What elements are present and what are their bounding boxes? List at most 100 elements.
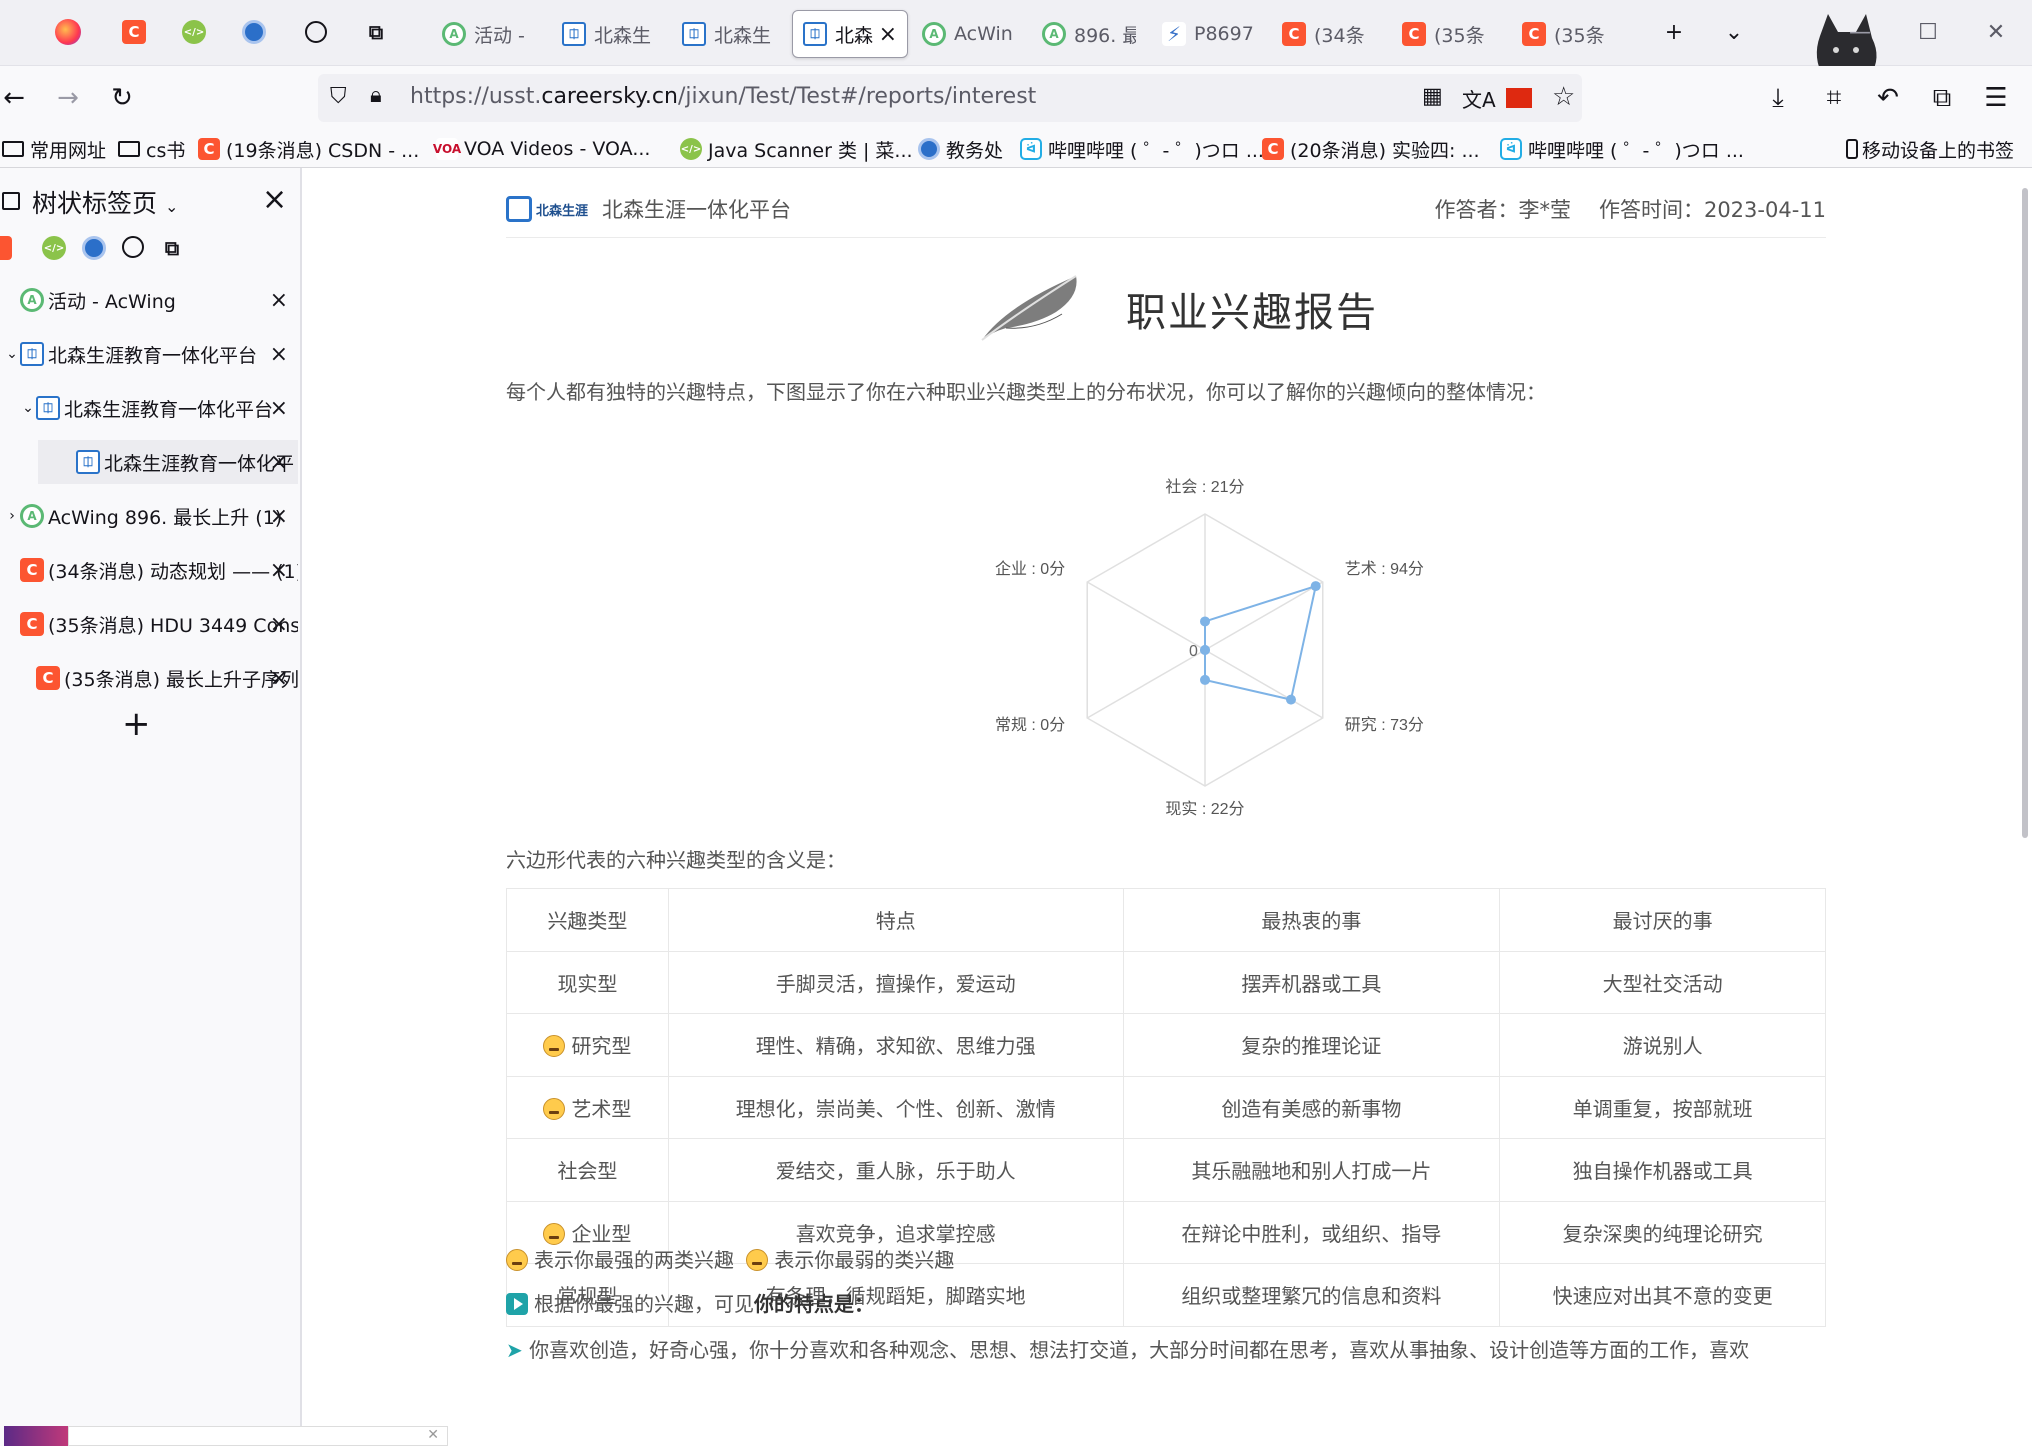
china-flag-icon[interactable] [1506,88,1532,108]
browser-tab[interactable]: A AcWin [912,10,1026,58]
csdn-icon: C [1402,22,1426,46]
sidebar-tab-item[interactable]: C (35条消息) 最长上升子序列 × [0,656,298,700]
sidebar-tab-item[interactable]: › A AcWing 896. 最长上升 (1) × [0,494,298,538]
puzzle-icon: ⧉ [368,20,384,44]
csdn-icon: C [20,558,44,582]
bili-icon: ᐛ [1020,138,1042,160]
close-icon[interactable]: ✕ [427,1427,439,1443]
sidebar-tab-close-button[interactable]: × [270,342,288,367]
browser-tab[interactable]: ⎅ 北森 × [792,10,908,58]
tab-label: P8697 [1194,23,1254,45]
bookmark-item[interactable]: 常用网址 [2,134,106,164]
frown-emoji-icon [746,1249,769,1271]
sidebar-tab-close-button[interactable]: × [270,396,288,421]
browser-tab[interactable]: A 896. 最 [1032,10,1146,58]
bookmark-item[interactable]: C (19条消息) CSDN - ... [198,134,419,164]
radar-data-point [1310,581,1321,592]
sidebar-title[interactable]: 树状标签页 ⌄ [32,184,178,220]
pinned-tab-extension[interactable]: ⧉ [358,14,394,50]
tab-close-button[interactable]: × [879,22,897,47]
minimize-icon: — [1849,19,1871,45]
puzzle-icon[interactable]: ⧉ [160,236,184,260]
bookmark-item[interactable]: ᐛ 哔哩哔哩 ( ゜- ゜)つロ ... [1020,134,1264,164]
firefox-view-tab[interactable] [50,14,86,50]
sidebar-tab-label: (35条消息) HDU 3449 Cons [48,614,298,637]
bookmark-label: (19条消息) CSDN - ... [226,139,420,162]
sidebar-tab-item[interactable]: ⌄ ⎅ 北森生涯教育一体化平台 × [0,332,298,376]
pinned-tab-csdn[interactable]: C [116,14,152,50]
globe-icon[interactable] [122,236,144,258]
undo-close-button[interactable]: ↶ [1870,80,1906,116]
jw-icon[interactable] [82,236,106,260]
lock-icon[interactable]: 🔒︎ [370,83,382,108]
pinned-tab-js[interactable]: </> [176,14,212,50]
extensions-button[interactable]: ⧉ [1924,80,1960,116]
legend-line: 表示你最强的两类兴趣 表示你最弱的类兴趣 [506,1244,954,1273]
bookmark-item[interactable]: cs书 [118,134,185,164]
sidebar-new-tab-button[interactable]: + [122,704,151,744]
pinned-tab-web[interactable] [298,14,334,50]
answer-time: 作答时间：2023-04-11 [1598,198,1826,222]
browser-tab[interactable]: ⚡ P8697 [1152,10,1266,58]
bookmark-item[interactable]: VOA VOA Videos - VOA... [433,134,650,164]
sidebar-tab-close-button[interactable]: × [270,558,288,583]
reload-button[interactable]: ↻ [104,80,140,116]
url-bar[interactable]: ⛉ 🔒︎ https://usst.careersky.cn/jixun/Tes… [318,74,1582,122]
twisty-icon[interactable]: ⌄ [4,346,20,362]
new-tab-button[interactable]: + [1656,14,1692,50]
browser-tab[interactable]: ⎅ 北森生 [672,10,786,58]
notification-thumb[interactable] [4,1426,68,1446]
navigation-toolbar: ← → ↻ ⛉ 🔒︎ https://usst.careersky.cn/jix… [0,66,2032,130]
sidebar-tab-close-button[interactable]: × [270,666,288,691]
browser-tab[interactable]: A 活动 - [432,10,546,58]
bookmark-item[interactable]: ᐛ 哔哩哔哩 ( ゜- ゜)つロ ... [1500,134,1744,164]
sidebar-tab-item[interactable]: A 活动 - AcWing × [0,278,298,322]
browser-tab[interactable]: C (35条 [1392,10,1506,58]
browser-tab[interactable]: C (35条 [1512,10,1626,58]
sidebar-tab-close-button[interactable]: × [270,288,288,313]
star-icon[interactable]: ☆ [1552,82,1575,112]
sidebar-tab-item[interactable]: C (35条消息) HDU 3449 Cons × [0,602,298,646]
menu-button[interactable]: ☰ [1978,80,2014,116]
sidebar-tab-close-button[interactable]: × [270,450,288,475]
bookmark-item[interactable]: 教务处 [918,134,1003,164]
window-close-button[interactable]: ✕ [1978,14,2014,50]
twisty-icon[interactable]: ⌄ [20,400,36,416]
sidebar-close-button[interactable]: × [262,182,287,217]
sidebar-tab-item[interactable]: C (34条消息) 动态规划 —— (1) × [0,548,298,592]
traits-cell: 手脚灵活，擅操作，爱运动 [667,950,1124,1014]
forward-button[interactable]: → [50,80,86,116]
downloads-button[interactable]: ⤓ [1760,80,1796,116]
qr-code-icon[interactable]: ▦ [1422,84,1443,109]
sidebar-tab-close-button[interactable]: × [270,504,288,529]
puzzle-icon: ⧉ [1932,82,1952,113]
browser-tab[interactable]: ⎅ 北森生 [552,10,666,58]
list-all-tabs-button[interactable]: ⌄ [1716,14,1752,50]
browser-tab[interactable]: C (34条 [1272,10,1386,58]
bookmark-label: 常用网址 [30,139,107,162]
js-icon: </> [680,138,702,160]
screenshot-button[interactable]: ⌗ [1816,80,1852,116]
twisty-icon[interactable]: › [4,508,20,524]
sidebar-tab-item[interactable]: ⎅ 北森生涯教育一体化平 × [38,440,298,484]
url-text[interactable]: https://usst.careersky.cn/jixun/Test/Tes… [410,84,1036,109]
page-scrollbar[interactable] [2022,188,2028,838]
pinned-tab-jw[interactable] [236,14,272,50]
maximize-button[interactable]: ☐ [1910,14,1946,50]
csdn-icon[interactable] [0,236,12,260]
back-button[interactable]: ← [0,80,32,116]
translate-icon[interactable]: 文A [1462,84,1496,113]
interest-radar-chart: 社会 : 21分艺术 : 94分研究 : 73分现实 : 22分 常规 : 0分企… [995,478,1424,818]
shield-icon[interactable]: ⛉ [330,84,347,109]
report-page: 北森生涯 北森生涯一体化平台 作答者：李*莹 作答时间：2023-04-11 职业… [304,168,2018,1446]
bookmark-item[interactable]: 移动设备上的书签 [1846,134,2014,164]
tab-label: 北森生 [594,24,652,47]
sidebar-tab-item[interactable]: ⌄ ⎅ 北森生涯教育一体化平台 × [0,386,298,430]
table-row: 现实型 手脚灵活，擅操作，爱运动 摆弄机器或工具 大型社交活动 [506,950,1826,1014]
bookmark-item[interactable]: </> Java Scanner 类 | 菜... [680,134,913,164]
bookmark-item[interactable]: C (20条消息) 实验四: ... [1262,134,1480,164]
dislikes-cell: 游说别人 [1499,1013,1826,1077]
minimize-button[interactable]: — [1842,14,1878,50]
code-icon[interactable]: </> [42,236,66,260]
sidebar-tab-close-button[interactable]: × [270,612,288,637]
